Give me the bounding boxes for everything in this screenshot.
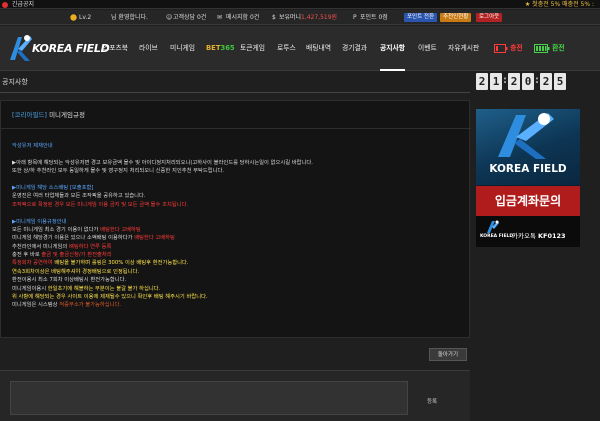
exchange-battery-icon <box>534 43 550 53</box>
nav-token-game[interactable]: 토큰게임 <box>240 26 265 71</box>
article-line: ▶아래 항목에 해당되는 악성유저면 경고 보유금액 몰수 및 아이디정지처리되… <box>12 159 313 166</box>
clock-digit: 0 <box>522 73 534 90</box>
logout-button[interactable]: 로그아웃 <box>476 13 503 22</box>
page-title: 공지사항 <box>2 78 28 86</box>
nav-charge[interactable]: 충전 <box>494 26 523 71</box>
money-label: 보유머니 <box>279 14 302 21</box>
clock-separator: : <box>503 75 507 86</box>
banner-brand: KOREA FIELD <box>489 163 567 175</box>
main-nav: KOREA FIELD 스포츠북 라이브 미니게임 BET365 토큰게임 로투… <box>0 26 600 71</box>
article-line <box>12 150 462 158</box>
kakao-id: KF0123 <box>538 232 566 240</box>
banner-small-logo: KOREA FIELD <box>480 220 513 244</box>
article-line: ▶미니게임 해당 소스배팅 [모출포함] <box>12 184 94 191</box>
deposit-inquiry-banner[interactable]: KOREA FIELD 입금계좌문의 KOREA FIELD 카카오톡 KF01… <box>476 109 580 247</box>
nav-live[interactable]: 라이브 <box>139 26 158 71</box>
notice-ticker: ★ 첫충전 5% 매충전 5% : <box>524 1 594 8</box>
banner-headline: 입금계좌문의 <box>476 186 580 216</box>
support-icon: ☺ <box>166 14 173 21</box>
brand-name: KOREA FIELD <box>32 42 110 55</box>
referral-button[interactable]: 추천인현황 <box>440 13 472 22</box>
money-value: 1,427,519원 <box>301 14 338 21</box>
clock-digit: 2 <box>508 73 520 90</box>
nav-minigame[interactable]: 미니게임 <box>170 26 195 71</box>
back-button[interactable]: 돌아가기 <box>429 348 467 361</box>
notice-article: [코리아필드] 미니게임규정 악성유저 제재안내 ▶아래 항목에 해당되는 악성… <box>0 100 471 338</box>
nav-bet-history[interactable]: 배팅내역 <box>306 26 331 71</box>
article-category: [코리아필드] <box>12 111 47 119</box>
article-line: 조작픽으로 확정된 경우 모든 미니게임 이용 금지 및 모든 금액 몰수 조치… <box>12 201 189 208</box>
clock-digit: 2 <box>476 73 488 90</box>
article-line: 또한 상/하 추천라인 모두 동일하게 몰수 및 영구정지 처리되오니 신중한 … <box>12 168 225 175</box>
article-line: 특정회차 공연하여 배팅을 불가하며 롤링은 300% 이상 배팅후 환전가능합… <box>12 260 189 267</box>
comment-box: 등록 <box>0 370 470 421</box>
submit-button[interactable]: 등록 <box>420 397 444 407</box>
article-line: 미니게임 해당경기 이용은 있으나 소액배팅 이용하다가 배팅한다 고베하팅 <box>12 235 175 242</box>
points-icon: P <box>353 14 357 21</box>
article-line: 운영진은 여러 타업체들과 모든 조작픽을 공유하고 있습니다. <box>12 193 146 200</box>
money-icon: $ <box>272 14 276 21</box>
nav-lotus[interactable]: 로투스 <box>277 26 296 71</box>
notice-bar: 긴급공지 ★ 첫충전 5% 매충전 5% : <box>0 0 600 9</box>
article-line: 환전이용시 최소 7회차 이상배팅시 환전가능합니다. <box>12 277 127 284</box>
bet365-suffix: 365 <box>220 44 235 52</box>
bet365-prefix: BET <box>206 44 221 52</box>
level-icon <box>70 10 77 25</box>
article-header: [코리아필드] 미니게임규정 <box>1 101 471 129</box>
article-line <box>12 209 462 217</box>
user-level: Lv.2 <box>79 14 92 21</box>
points-label: 포인트 0점 <box>360 14 388 21</box>
point-convert-button[interactable]: 포인트 전환 <box>404 13 438 22</box>
article-line: 연속3회차이상은 배팅해주셔야 경정배팅으로 인정됩니다. <box>12 268 140 275</box>
nav-exchange[interactable]: 환전 <box>534 26 565 71</box>
article-title: 미니게임규정 <box>49 111 85 119</box>
nav-free-board[interactable]: 자유게시판 <box>448 26 479 71</box>
brand-logo[interactable]: KOREA FIELD <box>8 33 110 63</box>
clock: 2 1 : 2 0 : 2 5 <box>476 73 600 90</box>
nav-notice[interactable]: 공지사항 <box>380 26 406 71</box>
clock-digit: 5 <box>554 73 566 90</box>
title-divider <box>0 92 470 93</box>
article-body: 악성유저 제재안내 ▶아래 항목에 해당되는 악성유저면 경고 보유금액 몰수 … <box>12 142 462 310</box>
exchange-label: 환전 <box>552 44 565 52</box>
clock-digit: 1 <box>490 73 502 90</box>
nav-bet365[interactable]: BET365 <box>206 26 235 71</box>
messages-link[interactable]: 메시지함 0건 <box>226 10 259 25</box>
clock-separator: : <box>535 75 539 86</box>
message-icon: ✉ <box>217 14 223 21</box>
article-line: 모든 미니게임 최소 경기 이용이 없다가 배팅한다 고베하팅 <box>12 226 141 233</box>
article-line <box>12 176 462 184</box>
small-logo-text: KOREA FIELD <box>480 234 514 239</box>
article-line: 미니게임은 시스템상 적중부소가 불가능하십니다. <box>12 302 122 309</box>
greeting-text: 님 환영합니다. <box>111 14 148 21</box>
charge-label: 충전 <box>510 44 523 52</box>
article-line: 충전 후 바로 출금 및 출금신청/가 환전출처리 <box>12 252 112 259</box>
small-logo-icon <box>487 220 499 233</box>
article-line: 추천라인에서 미니게임의 배팅하다 연루 등록 <box>12 243 112 250</box>
nav-results[interactable]: 경기결과 <box>342 26 367 71</box>
charge-battery-icon <box>494 43 508 53</box>
nav-sportsbook[interactable]: 스포츠북 <box>103 26 128 71</box>
clock-digit: 2 <box>540 73 552 90</box>
comment-input[interactable] <box>10 381 408 415</box>
alert-icon <box>2 1 8 8</box>
brand-mark-icon <box>10 35 32 61</box>
notice-label[interactable]: 긴급공지 <box>12 1 34 8</box>
article-line: 악성유저 제재안내 <box>12 143 53 149</box>
kakao-label: 카카오톡 <box>512 232 536 240</box>
support-link[interactable]: 고객상담 0건 <box>173 10 206 25</box>
article-line: 미니게임이용시 한일초기에 해볼하는 부분이는 불갈 불가 하십니다. <box>12 285 161 292</box>
user-bar: Lv.2 님 환영합니다. ☺ 고객상담 0건 ✉ 메시지함 0건 $ 보유머니… <box>0 10 600 25</box>
kakao-contact: 카카오톡 KF0123 <box>512 230 566 240</box>
article-line: 위 사항에 해당되는 경우 사이트 이용에 제재될수 있으니 확인후 배팅 해주… <box>12 294 208 301</box>
banner-contact: KOREA FIELD 카카오톡 KF0123 <box>476 216 580 247</box>
nav-event[interactable]: 이벤트 <box>418 26 437 71</box>
article-line: ▶미니게임 이용규정안내 <box>12 218 67 225</box>
